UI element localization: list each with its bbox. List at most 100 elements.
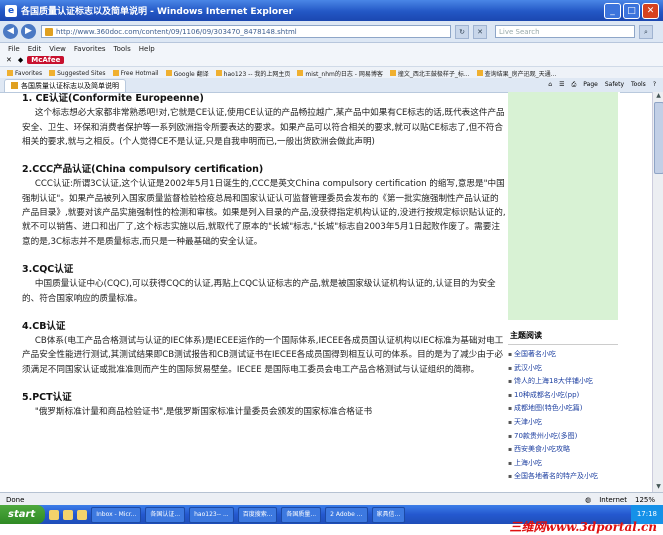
scroll-thumb[interactable]	[654, 102, 663, 174]
topic-link[interactable]: 武汉小吃	[508, 362, 618, 376]
page-icon	[11, 82, 18, 89]
ie-icon: e	[5, 4, 17, 17]
status-bar: Done ◍ Internet 125%	[0, 492, 663, 506]
fav-link[interactable]: Free Hotmail	[112, 70, 159, 77]
topic-link[interactable]: 上海小吃	[508, 457, 618, 471]
topic-list: 全国著名小吃 武汉小吃 馋人的上海18大伴铺小吃 10种成都名小吃(pp) 成都…	[508, 348, 618, 484]
page-icon	[476, 70, 483, 76]
window-titlebar: e 各国质量认证标志以及简单说明 - Windows Internet Expl…	[0, 0, 663, 21]
maximize-button[interactable]: □	[623, 2, 640, 19]
url-text: http://www.360doc.com/content/09/1106/09…	[56, 27, 297, 36]
window-title: 各国质量认证标志以及简单说明 - Windows Internet Explor…	[21, 7, 294, 17]
address-bar: ◀ ▶ http://www.360doc.com/content/09/110…	[0, 21, 663, 43]
menu-edit[interactable]: Edit	[28, 45, 42, 53]
menu-tools[interactable]: Tools	[114, 45, 131, 53]
fav-link[interactable]: hao123 -- 我的上网主页	[215, 69, 290, 78]
section-1-title: 1. CE认证(Conformite Europeenne)	[22, 93, 204, 104]
menu-bar: File Edit View Favorites Tools Help	[0, 43, 663, 54]
page-icon	[165, 70, 172, 76]
refresh-icon[interactable]: ↻	[455, 24, 469, 39]
tools-menu[interactable]: Tools	[631, 81, 646, 89]
section-5-text: "俄罗斯标准计量和商品检验证书",是俄罗斯国家标准计量委员会颁发的国家标准合格证…	[34, 407, 373, 418]
section-2-title: 2.CCC产品认证(China compulsory certification…	[22, 164, 264, 176]
fav-link[interactable]: 查询结果_房产迅观_天通...	[476, 69, 556, 78]
fav-link[interactable]: Google 翻译	[165, 69, 209, 78]
taskbar-button[interactable]: 各国质量...	[281, 506, 322, 523]
menu-help[interactable]: Help	[139, 45, 155, 53]
menu-file[interactable]: File	[8, 45, 20, 53]
url-field[interactable]: http://www.360doc.com/content/09/1106/09…	[41, 25, 451, 38]
fav-link[interactable]: mist_nhm的日志 - 网易博客	[297, 69, 383, 78]
shield-icon: ◆	[17, 56, 24, 64]
tab-current[interactable]: 各国质量认证标志以及简单说明	[4, 78, 126, 92]
section-1-text: 这个标志想必大家都非常熟悉吧!对,它就是CE认证,使用CE认证的产品畅拉越广,某…	[22, 108, 505, 147]
help-icon[interactable]: ?	[653, 81, 656, 89]
topic-link[interactable]: 天津小吃	[508, 416, 618, 430]
close-button[interactable]: ✕	[642, 2, 659, 19]
section-4-title: 4.CB认证	[22, 320, 66, 332]
scroll-up-icon[interactable]: ▲	[653, 92, 663, 101]
fav-link[interactable]: 撞文_西北王鼓极样子_标...	[389, 69, 470, 78]
section-3-text: 中国质量认证中心(CQC),可以获得CQC的认证,再贴上CQC认证标志的产品,就…	[22, 279, 496, 304]
page-icon	[215, 70, 222, 76]
taskbar-button[interactable]: hao123-- ...	[189, 506, 234, 523]
search-input[interactable]: Live Search	[495, 25, 635, 38]
quicklaunch-icon[interactable]	[63, 509, 74, 520]
article-content: 1. CE认证(Conformite Europeenne) 这个标志想必大家都…	[22, 92, 507, 492]
zoom-level[interactable]: 125%	[635, 496, 655, 504]
star-icon	[7, 70, 13, 76]
section-2-text: CCC认证:所谓3C认证,这个认证是2002年5月1日诞生的,CCC是英文Chi…	[22, 179, 506, 247]
zone-label: Internet	[599, 495, 627, 504]
section-3-title: 3.CQC认证	[22, 263, 74, 275]
page-menu[interactable]: Page	[583, 81, 598, 89]
back-button[interactable]: ◀	[3, 24, 18, 39]
scroll-down-icon[interactable]: ▼	[653, 483, 663, 492]
start-button[interactable]: start	[0, 505, 46, 524]
quicklaunch-icon[interactable]	[49, 509, 60, 520]
toolbar-close-icon[interactable]: ✕	[6, 56, 12, 64]
command-bar: ⌂ ☰ ⎙ Page Safety Tools ?	[548, 81, 663, 89]
ad-placeholder	[508, 92, 618, 320]
topic-link[interactable]: 成都地图(特色小吃篇)	[508, 402, 618, 416]
safety-menu[interactable]: Safety	[605, 81, 624, 89]
topic-link[interactable]: 全国著名小吃	[508, 348, 618, 362]
watermark-strip: 三维网www.3dportal.cn	[0, 520, 663, 535]
topic-link[interactable]: 全国各地著名的特产及小吃	[508, 470, 618, 484]
menu-favorites[interactable]: Favorites	[74, 45, 106, 53]
watermark-text: 三维网www.3dportal.cn	[509, 520, 657, 534]
section-5-title: 5.PCT认证	[22, 392, 72, 404]
right-sidebar: 主题阅读 全国著名小吃 武汉小吃 馋人的上海18大伴铺小吃 10种成都名小吃(p…	[508, 92, 620, 492]
forward-button[interactable]: ▶	[21, 24, 36, 39]
taskbar-button[interactable]: Inbox - Micr...	[91, 506, 142, 523]
stop-icon[interactable]: ✕	[473, 24, 487, 39]
favorites-button[interactable]: Favorites	[7, 70, 42, 77]
globe-icon: ◍	[585, 495, 592, 504]
mcafee-toolbar: ✕ ◆ McAfee	[0, 54, 663, 66]
taskbar-button[interactable]: 2 Adobe ...	[325, 506, 368, 523]
taskbar-button[interactable]: 百度搜索...	[237, 506, 278, 523]
topic-reading-title: 主题阅读	[508, 328, 618, 345]
tab-row: 各国质量认证标志以及简单说明 ⌂ ☰ ⎙ Page Safety Tools ?	[0, 78, 663, 93]
search-icon[interactable]: ⌕	[639, 24, 653, 39]
feeds-icon[interactable]: ☰	[559, 81, 564, 89]
topic-reading-box: 主题阅读 全国著名小吃 武汉小吃 馋人的上海18大伴铺小吃 10种成都名小吃(p…	[508, 328, 618, 492]
topic-link[interactable]: 西安美食小吃攻略	[508, 443, 618, 457]
menu-view[interactable]: View	[49, 45, 66, 53]
minimize-button[interactable]: _	[604, 2, 621, 19]
topic-link[interactable]: 70款贵州小吃(多图)	[508, 430, 618, 444]
home-icon[interactable]: ⌂	[548, 81, 552, 89]
page-icon	[297, 70, 304, 76]
vertical-scrollbar[interactable]: ▲ ▼	[652, 92, 663, 492]
page-icon	[49, 70, 56, 76]
taskbar-button[interactable]: 家具信...	[371, 506, 406, 523]
status-text: Done	[6, 495, 25, 504]
page-icon	[112, 70, 119, 76]
fav-link[interactable]: Suggested Sites	[49, 70, 106, 77]
page-icon	[389, 70, 396, 76]
mcafee-button[interactable]: McAfee	[27, 56, 65, 64]
print-icon[interactable]: ⎙	[571, 81, 576, 89]
topic-link[interactable]: 10种成都名小吃(pp)	[508, 389, 618, 403]
topic-link[interactable]: 馋人的上海18大伴铺小吃	[508, 375, 618, 389]
taskbar-button[interactable]: 各国认证...	[145, 506, 186, 523]
quicklaunch-icon[interactable]	[77, 509, 88, 520]
